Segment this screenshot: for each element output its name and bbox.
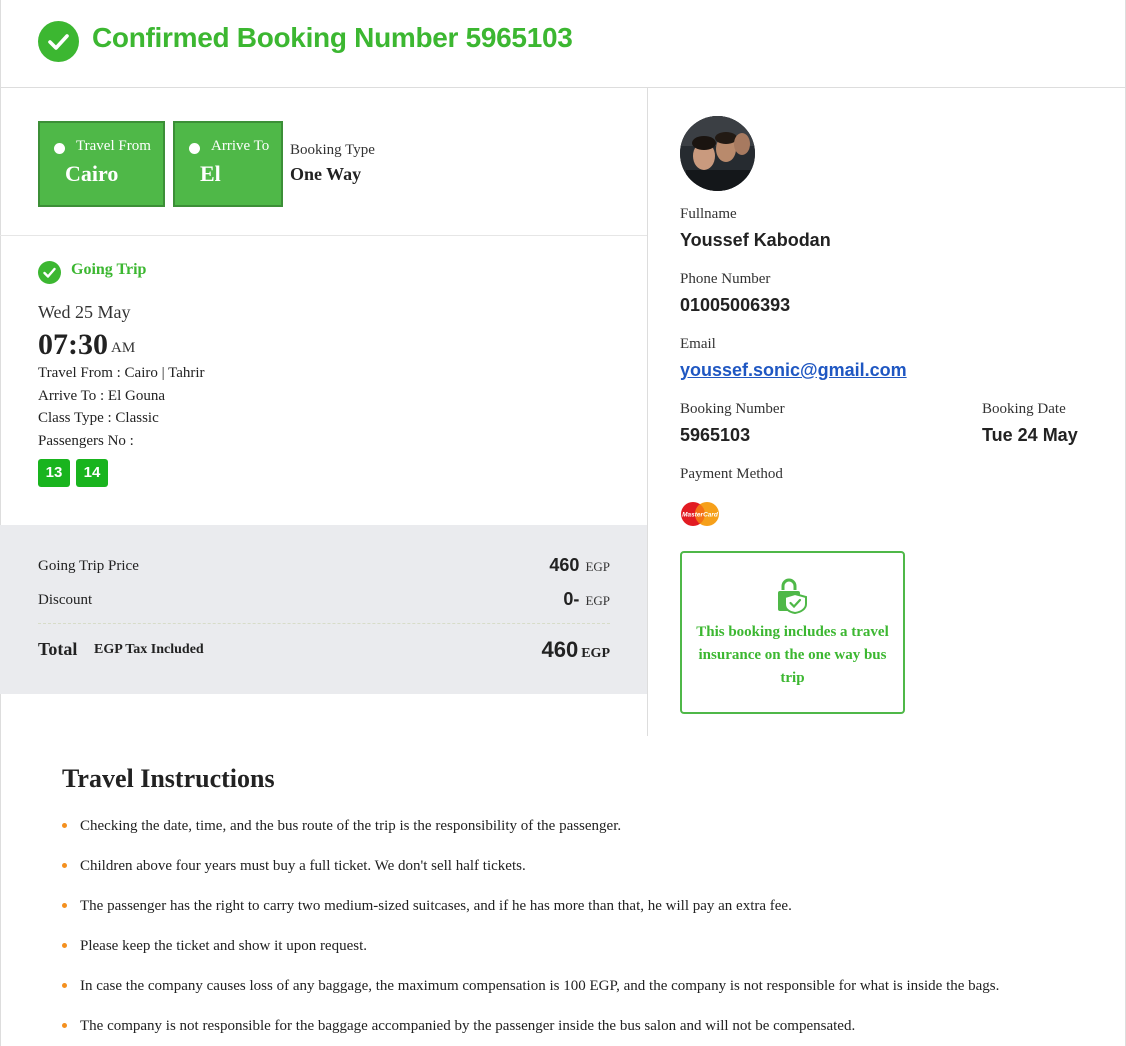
bullet-icon: [62, 983, 67, 988]
booking-number-label: Booking Number: [680, 401, 785, 417]
check-circle-icon: [38, 261, 61, 284]
bullet-icon: [62, 863, 67, 868]
going-price-row: Going Trip Price 460 EGP: [38, 555, 610, 579]
arrive-to-label: Arrive To: [211, 138, 270, 154]
booking-date-label: Booking Date: [982, 401, 1066, 417]
arrive-to-city: El: [200, 161, 221, 186]
currency-label: EGP: [585, 559, 610, 574]
phone-value: 01005006393: [680, 295, 791, 315]
trip-time: 07:30: [38, 328, 108, 361]
list-item-text: In case the company causes loss of any b…: [80, 978, 1000, 994]
shield-lock-icon: [775, 578, 809, 619]
total-value: 460 EGP: [542, 637, 611, 663]
instructions-title: Travel Instructions: [62, 764, 275, 793]
booking-date-value: Tue 24 May: [982, 425, 1078, 445]
trip-ampm: AM: [111, 340, 136, 356]
price-divider: [38, 623, 610, 624]
going-price-label: Going Trip Price: [38, 558, 139, 574]
mastercard-logo-text: MasterCard: [682, 512, 719, 519]
list-item: In case the company causes loss of any b…: [62, 976, 1102, 1016]
dot-icon: [189, 143, 200, 154]
route-summary: Travel From Cairo Arrive To El Booking T…: [0, 88, 647, 236]
dot-icon: [54, 143, 65, 154]
travel-from-city: Cairo: [65, 161, 119, 186]
passengers-label: Passengers No :: [38, 433, 134, 449]
list-item-text: The company is not responsible for the b…: [80, 1018, 856, 1034]
bullet-icon: [62, 823, 67, 828]
total-label: Total: [38, 639, 78, 659]
total-amount: 460: [541, 637, 579, 662]
currency-label: EGP: [581, 646, 610, 661]
list-item-text: Checking the date, time, and the bus rou…: [80, 818, 622, 834]
going-price-value: 460 EGP: [549, 555, 610, 576]
trip-details-panel: Travel From Cairo Arrive To El Booking T…: [0, 88, 648, 736]
going-price-amount: 460: [549, 555, 580, 575]
seat-badge: 14: [76, 459, 108, 487]
booking-number-value: 5965103: [680, 425, 751, 445]
insurance-text: This booking includes a travel insurance…: [696, 624, 889, 686]
trip-class-type: Class Type : Classic: [38, 410, 159, 426]
list-item-text: Children above four years must buy a ful…: [80, 858, 526, 874]
list-item: Children above four years must buy a ful…: [62, 856, 1102, 896]
fullname-value: Youssef Kabodan: [680, 230, 831, 250]
check-circle-icon: [38, 21, 79, 62]
discount-row: Discount 0- EGP: [38, 589, 610, 613]
travel-instructions: Travel Instructions Checking the date, t…: [62, 764, 1102, 1034]
list-item-text: Please keep the ticket and show it upon …: [80, 938, 368, 954]
page-header: Confirmed Booking Number 5965103: [0, 0, 1126, 88]
booking-type-label: Booking Type: [290, 142, 375, 158]
phone-label: Phone Number: [680, 271, 771, 287]
passenger-details-panel: Fullname Youssef Kabodan Phone Number 01…: [648, 88, 1126, 736]
list-item: The company is not responsible for the b…: [62, 1016, 1102, 1046]
discount-label: Discount: [38, 592, 93, 608]
trip-travel-from: Travel From : Cairo | Tahrir: [38, 365, 205, 381]
list-item-text: The passenger has the right to carry two…: [80, 898, 792, 914]
bullet-icon: [62, 1023, 67, 1028]
payment-method-label: Payment Method: [680, 466, 783, 482]
insurance-card: This booking includes a travel insurance…: [680, 551, 905, 714]
instructions-list: Checking the date, time, and the bus rou…: [62, 816, 1102, 1046]
going-trip-title: Going Trip: [71, 261, 147, 278]
list-item: Please keep the ticket and show it upon …: [62, 936, 1102, 976]
fullname-label: Fullname: [680, 206, 737, 222]
bullet-icon: [62, 903, 67, 908]
email-link[interactable]: youssef.sonic@gmail.com: [680, 360, 907, 381]
discount-amount: 0-: [563, 589, 580, 609]
mastercard-icon: MasterCard: [679, 501, 721, 527]
total-row: Total EGP Tax Included 460 EGP: [38, 637, 610, 667]
price-summary: Going Trip Price 460 EGP Discount 0- EGP T…: [0, 525, 647, 694]
list-item: The passenger has the right to carry two…: [62, 896, 1102, 936]
seat-badge: 13: [38, 459, 70, 487]
arrive-to-box: Arrive To El: [173, 121, 283, 207]
currency-label: EGP: [585, 593, 610, 608]
list-item: Checking the date, time, and the bus rou…: [62, 816, 1102, 856]
discount-value: 0- EGP: [563, 589, 610, 610]
travel-from-label: Travel From: [76, 138, 151, 154]
bullet-icon: [62, 943, 67, 948]
trip-date: Wed 25 May: [38, 302, 131, 322]
avatar: [680, 116, 755, 191]
trip-arrive-to: Arrive To : El Gouna: [38, 388, 165, 404]
travel-from-box: Travel From Cairo: [38, 121, 165, 207]
total-tax-note: EGP Tax Included: [94, 642, 204, 657]
email-label: Email: [680, 336, 716, 352]
booking-type-value: One Way: [290, 164, 362, 184]
page-title: Confirmed Booking Number 5965103: [92, 22, 573, 53]
